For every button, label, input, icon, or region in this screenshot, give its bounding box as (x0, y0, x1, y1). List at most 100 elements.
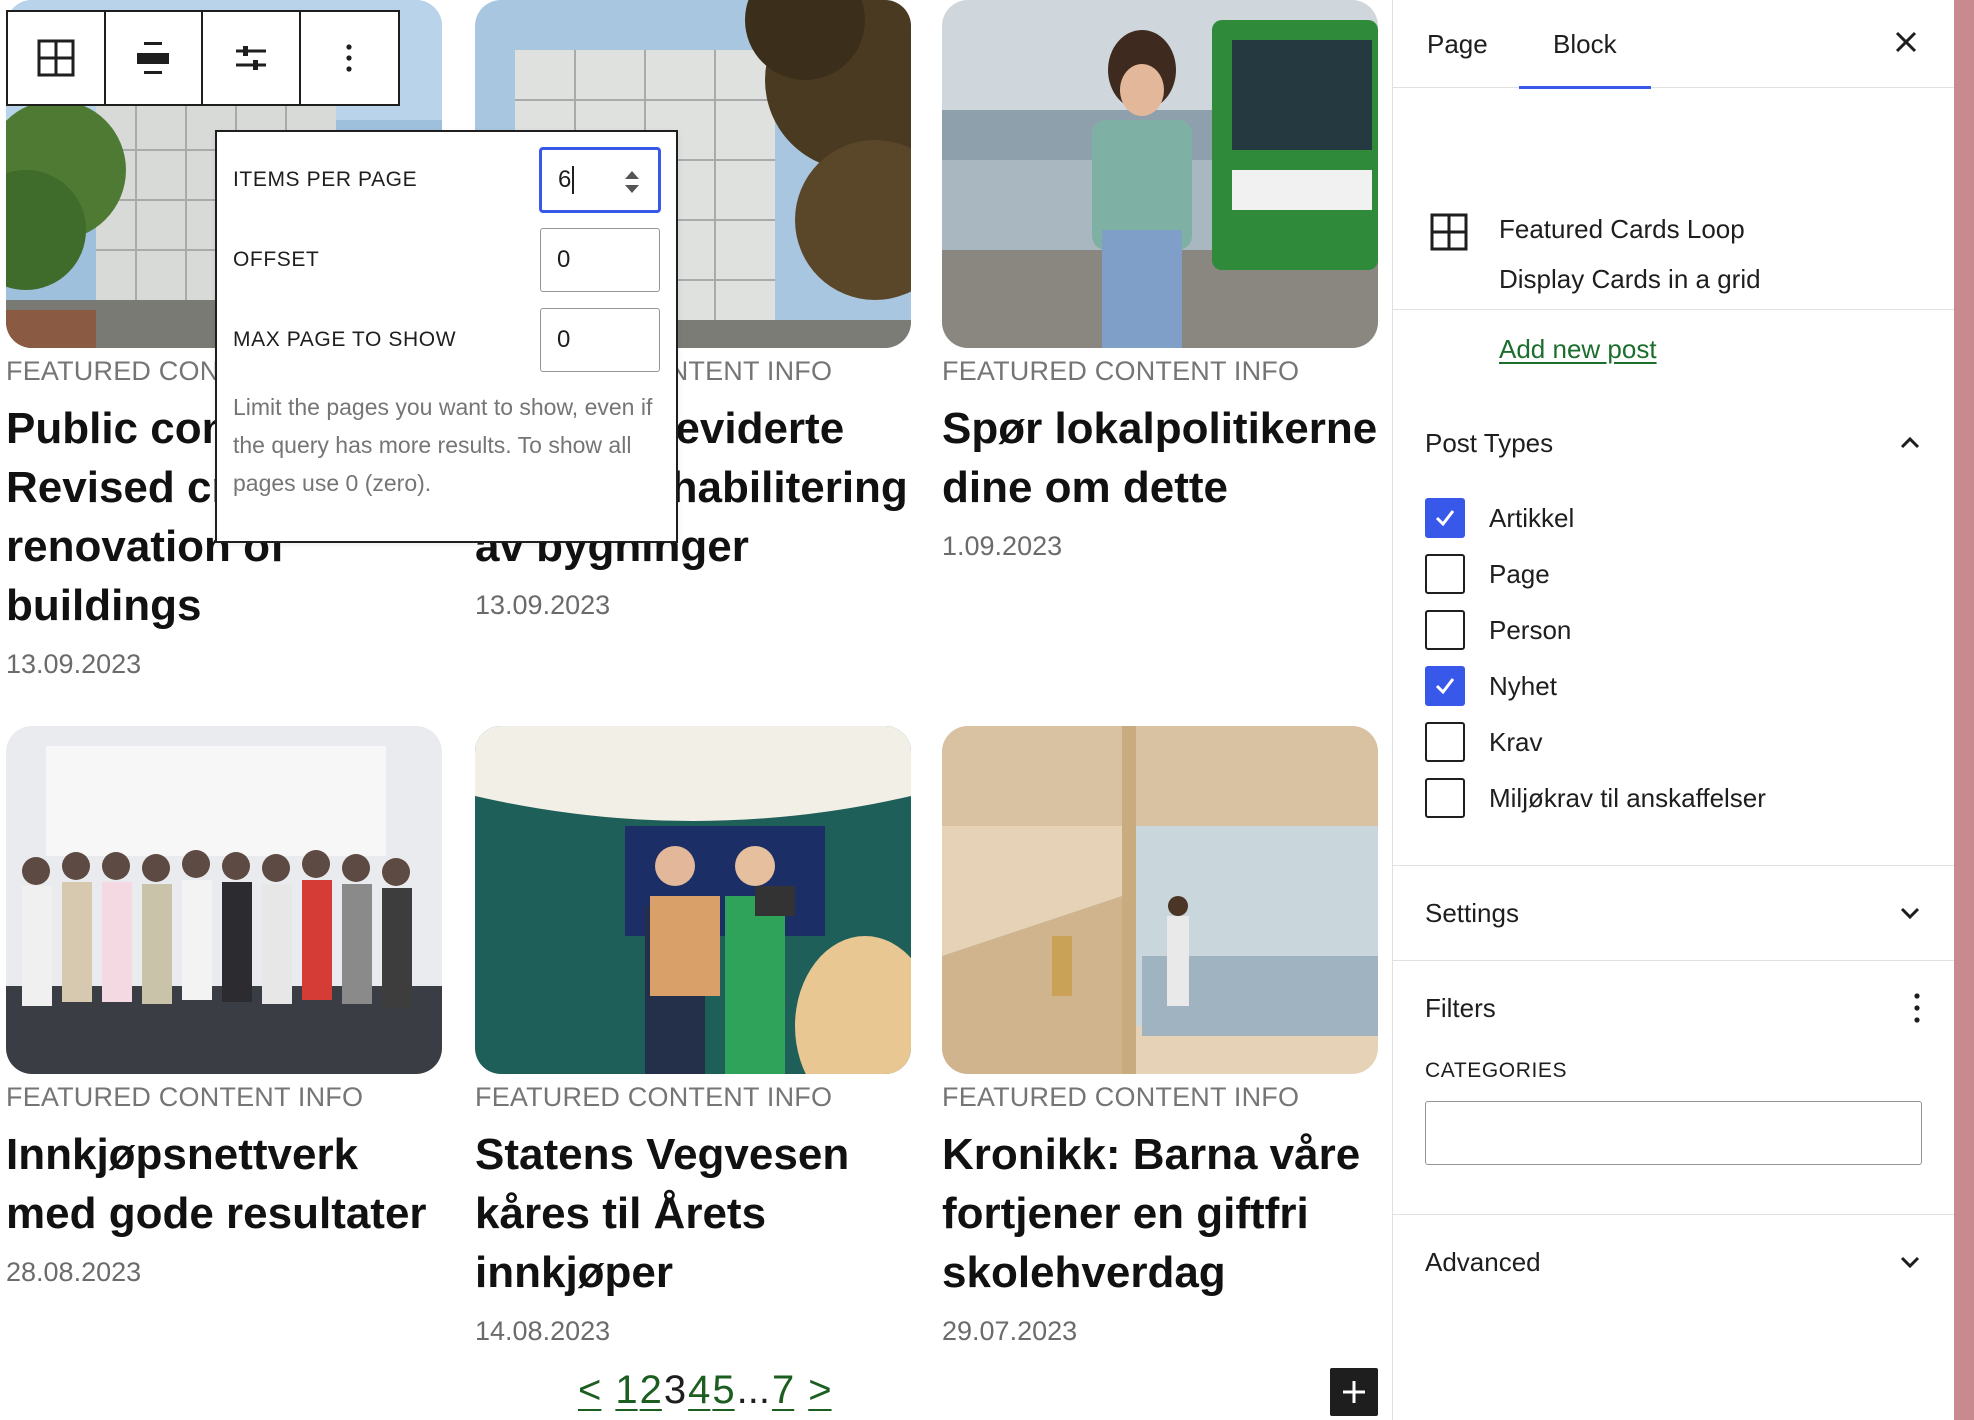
checkbox-krav[interactable] (1425, 722, 1465, 762)
add-new-post-link[interactable]: Add new post (1499, 334, 1657, 365)
card[interactable]: FEATURED CONTENT INFO Innkjøpsnettverk m… (6, 726, 442, 1288)
card-date: 13.09.2023 (6, 649, 142, 679)
checkbox-nyhet[interactable] (1425, 666, 1465, 706)
checkbox-person[interactable] (1425, 610, 1465, 650)
pagination-last-page[interactable]: 7 (772, 1368, 794, 1413)
block-card: Featured Cards Loop Display Cards in a g… (1393, 88, 1954, 364)
align-icon (137, 42, 170, 74)
card-date: 28.08.2023 (6, 1257, 142, 1287)
pagination-page[interactable]: 5 (712, 1368, 734, 1413)
post-type-option[interactable]: Miljøkrav til anskaffelser (1393, 770, 1954, 826)
card-date: 14.08.2023 (475, 1316, 611, 1346)
offset-row: OFFSET 0 (233, 228, 660, 292)
advanced-panel: Advanced (1393, 1215, 1954, 1309)
card-date: 29.07.2023 (942, 1316, 1078, 1346)
card-title[interactable]: Innkjøpsnettverk med gode resultater (6, 1125, 442, 1243)
close-icon (1895, 31, 1917, 53)
post-type-label: Artikkel (1489, 502, 1575, 533)
pagination-page[interactable]: 2 (640, 1368, 662, 1413)
post-type-option[interactable]: Nyhet (1393, 658, 1954, 714)
settings-header[interactable]: Settings (1393, 866, 1954, 960)
more-options-button[interactable] (301, 12, 399, 104)
pagination-page[interactable]: 4 (688, 1368, 710, 1413)
checkbox-artikkel[interactable] (1425, 498, 1465, 538)
query-settings-button[interactable] (203, 12, 301, 104)
settings-sidebar: Page Block Featured Cards Loop Display C… (1392, 0, 1954, 1420)
text-cursor (572, 166, 575, 194)
categories-label: CATEGORIES (1425, 1059, 1568, 1082)
card-title[interactable]: Kronikk: Barna våre fortjener en giftfri… (942, 1125, 1378, 1302)
post-types-title: Post Types (1425, 427, 1554, 458)
categories-input[interactable] (1425, 1101, 1922, 1165)
sliders-icon (235, 46, 266, 70)
block-title: Featured Cards Loop (1499, 214, 1745, 244)
card-image (942, 726, 1378, 1074)
pagination-ellipsis: ... (736, 1368, 770, 1412)
checkbox-miljokrav[interactable] (1425, 778, 1465, 818)
post-type-option[interactable]: Artikkel (1393, 490, 1954, 546)
post-type-label: Krav (1489, 726, 1543, 757)
max-page-label: MAX PAGE TO SHOW (233, 328, 457, 351)
settings-title: Settings (1425, 897, 1519, 928)
more-vertical-icon (346, 44, 352, 72)
chevron-down-icon (1900, 1256, 1920, 1269)
grid-icon (1430, 213, 1468, 251)
card[interactable]: FEATURED CONTENT INFO Spør lokalpolitike… (942, 0, 1378, 562)
more-vertical-icon[interactable] (1912, 991, 1922, 1025)
card-image (475, 726, 911, 1074)
plus-icon (1343, 1381, 1365, 1403)
grid-icon (37, 39, 75, 77)
post-types-header[interactable]: Post Types (1393, 396, 1954, 490)
advanced-title: Advanced (1425, 1246, 1541, 1277)
max-page-input[interactable]: 0 (540, 308, 660, 372)
spinner-arrows-icon[interactable] (622, 168, 642, 196)
check-icon (1435, 510, 1455, 527)
items-per-page-label: ITEMS PER PAGE (233, 168, 418, 191)
chevron-down-icon (1900, 907, 1920, 920)
check-icon (1435, 678, 1455, 695)
post-type-option[interactable]: Page (1393, 546, 1954, 602)
card-date: 13.09.2023 (475, 590, 611, 620)
post-type-label: Person (1489, 614, 1572, 645)
card-eyebrow: FEATURED CONTENT INFO (942, 356, 1300, 386)
offset-input[interactable]: 0 (540, 228, 660, 292)
post-types-panel: Post Types Artikkel Page Person Nyhet Kr… (1393, 396, 1954, 866)
post-type-label: Miljøkrav til anskaffelser (1489, 782, 1766, 813)
close-sidebar-button[interactable] (1886, 22, 1926, 62)
settings-panel: Settings (1393, 866, 1954, 961)
editor-canvas: FEATURED CONTENT INFO Public consultatio… (0, 0, 1392, 1420)
card-title[interactable]: Statens Vegvesen kåres til Årets innkjøp… (475, 1125, 911, 1302)
offset-label: OFFSET (233, 248, 320, 271)
pagination-next[interactable]: > (796, 1368, 843, 1413)
post-type-label: Page (1489, 558, 1550, 589)
post-type-option[interactable]: Person (1393, 602, 1954, 658)
card-eyebrow: FEATURED CONTENT INFO (6, 1082, 364, 1112)
max-page-help-text: Limit the pages you want to show, even i… (233, 394, 653, 496)
pagination-current-page: 3 (663, 1368, 687, 1412)
post-type-option[interactable]: Krav (1393, 714, 1954, 770)
chevron-up-icon (1900, 436, 1920, 449)
block-type-button[interactable] (8, 12, 106, 104)
items-per-page-input[interactable]: 6 (540, 148, 660, 212)
max-page-row: MAX PAGE TO SHOW 0 (233, 308, 660, 372)
pagination-prev[interactable]: < (566, 1368, 613, 1413)
card[interactable]: FEATURED CONTENT INFO Kronikk: Barna vår… (942, 726, 1378, 1347)
query-settings-popover: ITEMS PER PAGE 6 OFFSET 0 MAX PAGE TO SH… (215, 130, 678, 543)
card-eyebrow: FEATURED CONTENT INFO (475, 1082, 833, 1112)
tab-page[interactable]: Page (1393, 0, 1522, 88)
pagination-page[interactable]: 1 (615, 1368, 637, 1413)
card-date: 1.09.2023 (942, 531, 1063, 561)
card-title[interactable]: Spør lokalpolitikerne dine om dette (942, 399, 1378, 517)
card-image (942, 0, 1378, 348)
tab-block[interactable]: Block (1519, 0, 1651, 89)
items-per-page-row: ITEMS PER PAGE 6 (233, 148, 660, 212)
add-block-button[interactable] (1330, 1368, 1378, 1416)
post-type-label: Nyhet (1489, 670, 1557, 701)
card-eyebrow: FEATURED CONTENT INFO (942, 1082, 1300, 1112)
align-button[interactable] (106, 12, 203, 104)
card[interactable]: FEATURED CONTENT INFO Statens Vegvesen k… (475, 726, 911, 1347)
block-description: Display Cards in a grid (1499, 264, 1761, 294)
advanced-header[interactable]: Advanced (1393, 1215, 1954, 1309)
checkbox-page[interactable] (1425, 554, 1465, 594)
filters-title: Filters (1425, 992, 1496, 1023)
